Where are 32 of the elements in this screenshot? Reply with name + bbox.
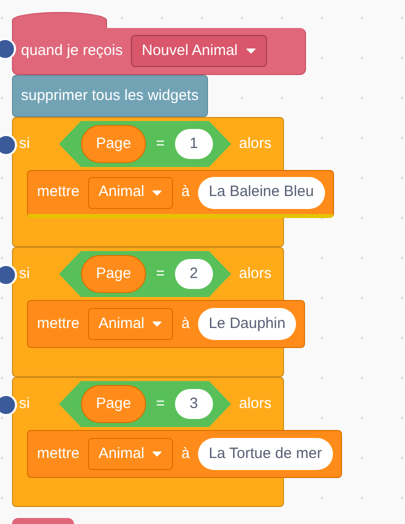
block-label: à — [181, 314, 190, 334]
caret-icon — [152, 451, 162, 457]
block-label: à — [181, 182, 190, 202]
message-dropdown[interactable]: Nouvel Animal — [130, 35, 267, 67]
value-input[interactable]: La Baleine Bleu — [198, 176, 325, 208]
value-input[interactable]: Le Dauphin — [198, 308, 296, 340]
value-input[interactable]: 3 — [174, 389, 213, 419]
block-label: alors — [239, 264, 272, 284]
variable-reporter: Page — [81, 255, 146, 293]
block-edge — [12, 518, 74, 524]
operator-label: = — [156, 134, 165, 154]
block-label: alors — [239, 394, 272, 414]
block-label: mettre — [37, 444, 80, 464]
value-input[interactable]: 2 — [174, 259, 213, 289]
block-label: mettre — [37, 182, 80, 202]
caret-icon — [152, 321, 162, 327]
block-label: quand je reçois — [21, 40, 123, 61]
caret-icon — [152, 190, 162, 196]
value-input[interactable]: 1 — [174, 129, 213, 159]
block-label: si — [19, 264, 31, 284]
operator-label: = — [156, 394, 165, 414]
block-label: mettre — [37, 314, 80, 334]
caret-icon — [246, 48, 256, 54]
command-block: supprimer tous les widgets — [12, 75, 208, 117]
block-label: alors — [239, 134, 272, 154]
value-input[interactable]: La Tortue de mer — [198, 438, 333, 470]
variable-reporter: Page — [81, 385, 146, 423]
variable-reporter: Page — [81, 125, 146, 163]
operator-label: = — [156, 264, 165, 284]
block-label: à — [181, 444, 190, 464]
block-label: si — [19, 134, 31, 154]
block-label: si — [19, 394, 31, 414]
